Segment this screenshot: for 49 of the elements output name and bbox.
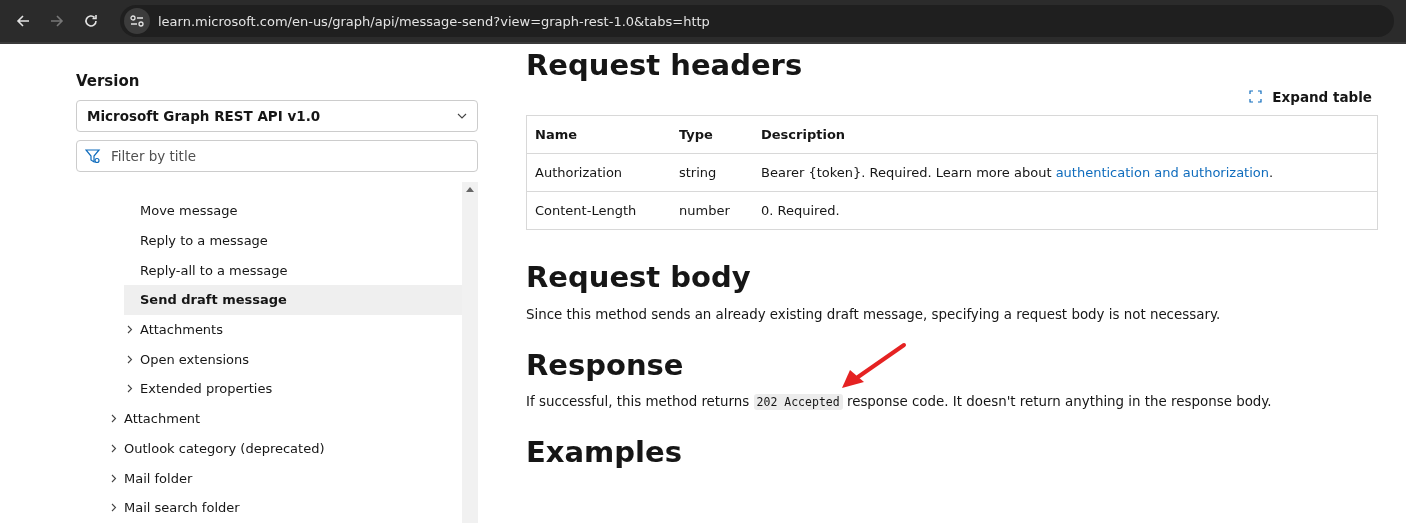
toc-item[interactable]: Attachment bbox=[108, 403, 462, 434]
table-cell: Bearer {token}. Required. Learn more about authentication and authorization. bbox=[753, 153, 1378, 192]
link[interactable]: authentication and authorization bbox=[1055, 164, 1269, 180]
address-bar[interactable]: learn.microsoft.com/en-us/graph/api/message-send?view=graph-rest-1.0&tabs=http bbox=[120, 5, 1394, 37]
section-heading: Examples bbox=[526, 435, 682, 471]
paragraph: If successful, this method returns 202 Accepted response code. It doesn't return anything in the response body. bbox=[526, 394, 1378, 410]
version-dropdown[interactable]: Microsoft Graph REST API v1.0 bbox=[76, 100, 478, 132]
toc-item[interactable]: Open extensions bbox=[124, 344, 462, 375]
column-header: Name bbox=[526, 115, 671, 154]
paragraph: Since this method sends an already existing draft message, specifying a request body is not necessary. bbox=[526, 306, 1222, 322]
chevron-down-icon bbox=[457, 113, 467, 119]
forward-arrow-icon bbox=[49, 13, 65, 29]
section-heading: Request headers bbox=[526, 48, 803, 83]
back-arrow-icon bbox=[15, 13, 31, 29]
toc-item[interactable]: Mail search folder bbox=[108, 492, 462, 523]
filter-field[interactable]: Filter by title bbox=[76, 140, 478, 172]
column-header: Type bbox=[671, 115, 753, 154]
table-cell: string bbox=[671, 153, 753, 192]
expand-table-button[interactable]: Expand table bbox=[1243, 86, 1378, 107]
table-cell: Authorization bbox=[526, 153, 671, 192]
chevron-icon bbox=[127, 325, 133, 335]
toc-item[interactable]: Reply to a message bbox=[124, 225, 462, 256]
scroll-up-icon[interactable] bbox=[466, 186, 474, 192]
toc-item[interactable]: Send draft message bbox=[124, 285, 462, 315]
section-heading: Response bbox=[526, 347, 684, 383]
section-heading: Request body bbox=[526, 259, 751, 295]
toc-item[interactable]: Outlook category (deprecated) bbox=[108, 433, 462, 464]
chevron-icon bbox=[111, 414, 117, 424]
expand-icon bbox=[1249, 90, 1263, 104]
toc-item[interactable]: Reply-all to a message bbox=[124, 255, 462, 286]
version-label: Version bbox=[76, 72, 141, 90]
filter-icon bbox=[85, 148, 101, 164]
reload-icon bbox=[83, 13, 99, 29]
table-cell: 0. Required. bbox=[753, 191, 1378, 230]
chevron-icon bbox=[127, 354, 133, 364]
table-cell: number bbox=[671, 191, 753, 230]
scrollbar[interactable] bbox=[462, 182, 478, 523]
chevron-icon bbox=[127, 384, 133, 394]
toc-item[interactable]: Move message bbox=[124, 196, 462, 226]
chevron-icon bbox=[111, 473, 117, 483]
chevron-icon bbox=[111, 443, 117, 453]
toc-item[interactable]: Mail folder bbox=[108, 463, 462, 493]
chevron-icon bbox=[111, 503, 117, 513]
toc-item[interactable]: Extended properties bbox=[124, 374, 462, 404]
site-info-icon[interactable] bbox=[124, 8, 150, 34]
column-header: Description bbox=[753, 115, 1378, 154]
url-text: learn.microsoft.com/en-us/graph/api/message-send?view=graph-rest-1.0&tabs=http bbox=[158, 13, 710, 29]
toc-item[interactable]: Attachments bbox=[124, 314, 462, 345]
table-cell: Content-Length bbox=[526, 191, 671, 230]
